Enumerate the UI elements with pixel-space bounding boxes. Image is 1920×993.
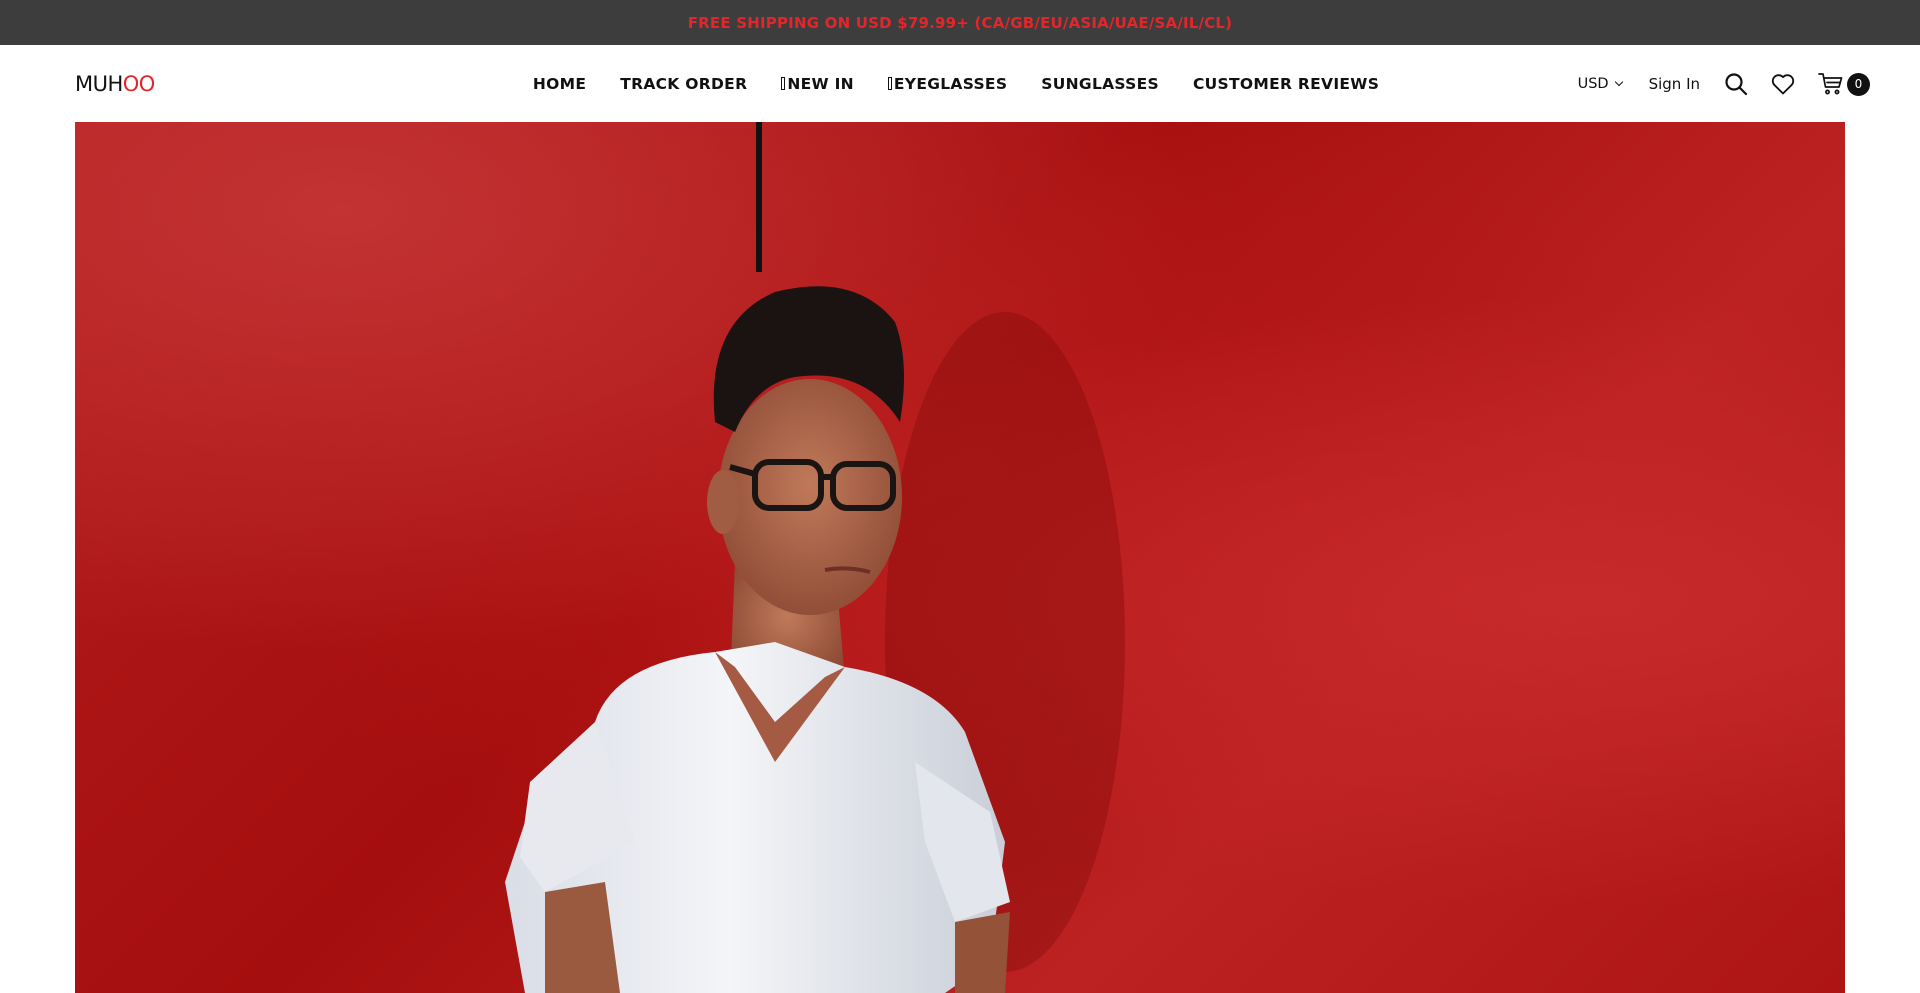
currency-label: USD [1577,75,1609,92]
nav-new-in-label: NEW IN [787,75,854,93]
nav-track-order[interactable]: TRACK ORDER [620,75,747,93]
announcement-bar: FREE SHIPPING ON USD $79.99+ (CA/GB/EU/A… [0,0,1920,45]
nav-home[interactable]: HOME [533,75,586,93]
logo-text-main: MUH [75,71,123,96]
search-icon [1725,72,1748,95]
currency-selector[interactable]: USD [1577,75,1623,92]
glyph-box-icon [781,77,786,90]
cart-button[interactable]: 0 [1817,70,1870,98]
brand-logo[interactable]: MUHOO [75,72,155,96]
cart-count-badge: 0 [1847,72,1870,96]
nav-eyeglasses[interactable]: EYEGLASSES [887,75,1008,93]
nav-customer-reviews[interactable]: CUSTOMER REVIEWS [1193,75,1379,93]
wishlist-button[interactable] [1769,70,1797,98]
glyph-box-icon [887,77,892,90]
chevron-down-icon [1614,77,1623,86]
sign-in-link[interactable]: Sign In [1649,75,1700,93]
wall-cable [756,122,762,272]
search-button[interactable] [1722,70,1750,98]
site-header: MUHOO HOME TRACK ORDER NEW IN EYEGLASSES… [0,45,1920,122]
hero-photo-man-in-glasses [505,122,1125,993]
logo-text-accent: OO [122,71,156,96]
hero-banner[interactable] [75,122,1845,993]
nav-new-in[interactable]: NEW IN [781,75,854,93]
announcement-link[interactable]: FREE SHIPPING ON USD $79.99+ (CA/GB/EU/A… [688,14,1233,32]
heart-icon [1771,73,1795,94]
header-tools: USD Sign In 0 [1577,70,1870,98]
nav-eyeglasses-label: EYEGLASSES [893,75,1008,93]
cart-icon [1818,72,1843,94]
nav-sunglasses[interactable]: SUNGLASSES [1041,75,1159,93]
